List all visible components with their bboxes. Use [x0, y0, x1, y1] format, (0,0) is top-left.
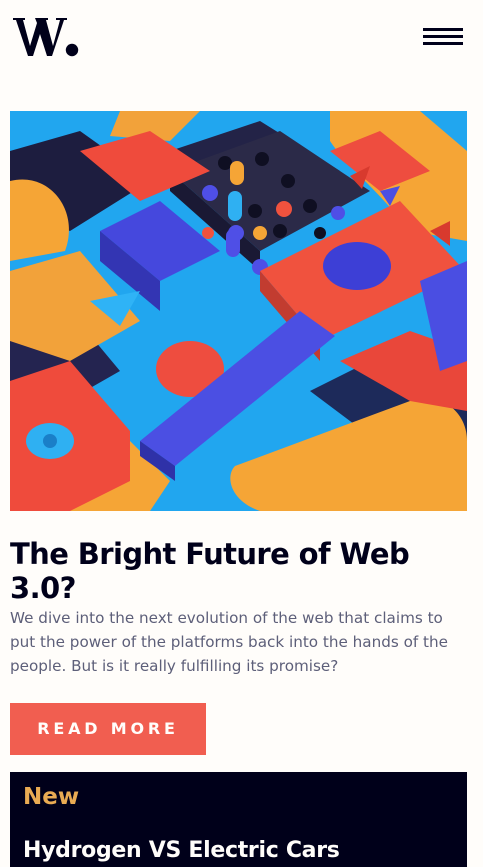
- menu-bar: [423, 28, 463, 31]
- hamburger-menu-icon[interactable]: [423, 26, 465, 48]
- article-title: The Bright Future of Web 3.0?: [10, 537, 410, 605]
- menu-bar: [423, 42, 463, 45]
- site-header: [0, 0, 483, 80]
- article-description: We dive into the next evolution of the w…: [10, 609, 448, 675]
- new-item-title[interactable]: Hydrogen VS Electric Cars: [23, 838, 453, 863]
- read-more-button[interactable]: READ MORE: [10, 703, 206, 755]
- menu-bar: [423, 35, 463, 38]
- hero-image: [10, 111, 467, 511]
- new-section: New Hydrogen VS Electric Cars: [10, 772, 467, 867]
- new-section-heading: New: [23, 784, 80, 810]
- page: The Bright Future of Web 3.0? We dive in…: [0, 0, 483, 867]
- w-logo-icon[interactable]: [13, 14, 79, 58]
- abstract-3d-blocks-image: [10, 111, 467, 511]
